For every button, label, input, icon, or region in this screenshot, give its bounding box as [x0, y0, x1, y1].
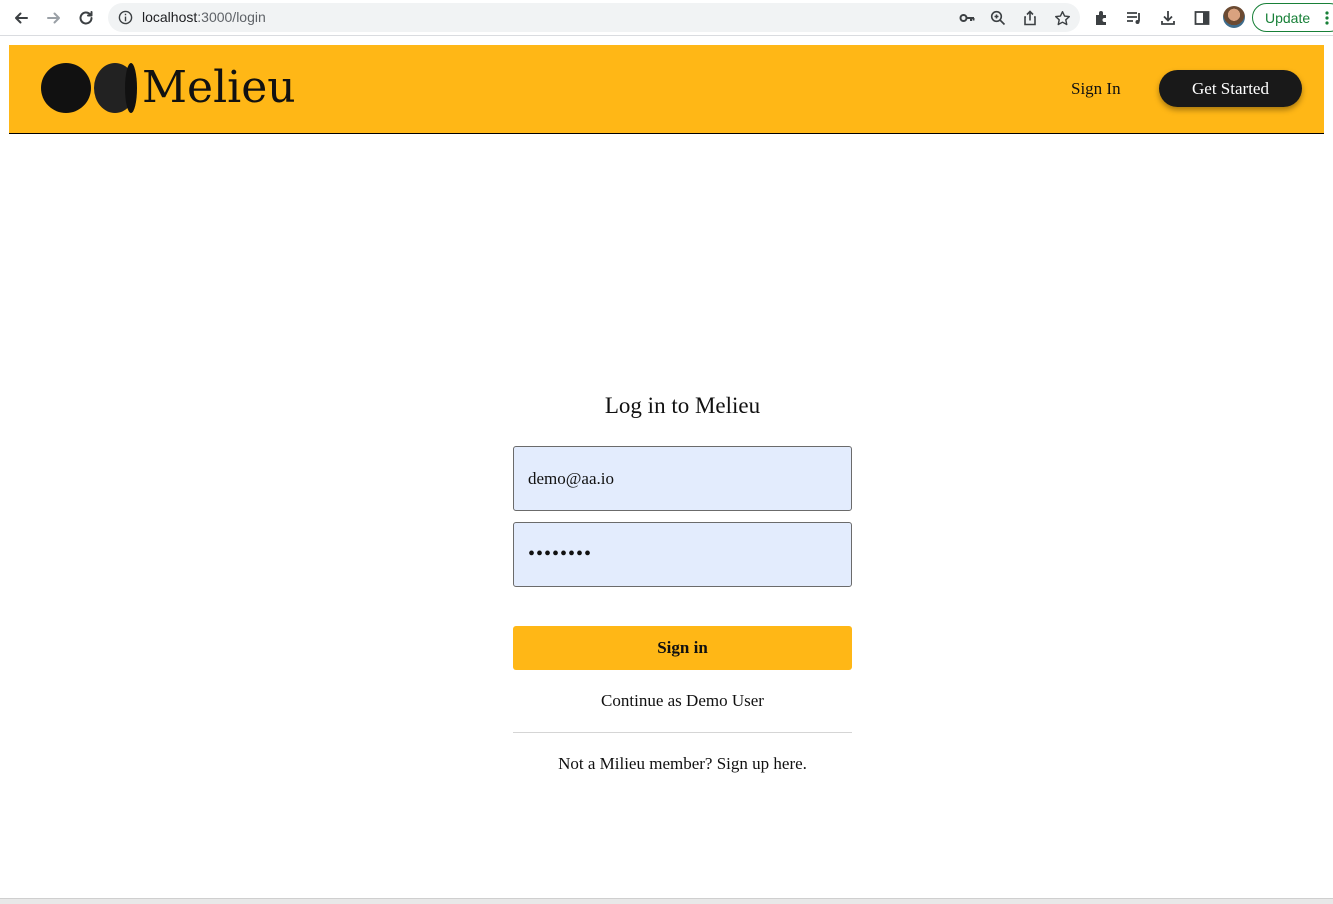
logo-mark-icon[interactable] — [41, 63, 141, 113]
demo-user-link[interactable]: Continue as Demo User — [513, 691, 852, 711]
update-label: Update — [1265, 10, 1311, 26]
get-started-button[interactable]: Get Started — [1159, 70, 1302, 107]
email-field[interactable]: demo@aa.io — [513, 446, 852, 511]
download-icon[interactable] — [1156, 6, 1180, 30]
reload-icon[interactable] — [74, 6, 98, 30]
forward-icon[interactable] — [42, 6, 66, 30]
menu-icon[interactable] — [1325, 10, 1329, 26]
url-text: localhost:3000/login — [142, 9, 266, 25]
login-title: Log in to Melieu — [604, 393, 761, 418]
browser-toolbar: localhost:3000/login Update — [0, 0, 1333, 36]
key-icon[interactable] — [958, 9, 976, 27]
password-field[interactable]: •••••••• — [513, 522, 852, 587]
site-header: Melieu Sign In Get Started — [9, 45, 1324, 134]
media-icon[interactable] — [1122, 6, 1146, 30]
info-icon[interactable] — [118, 10, 133, 29]
divider — [513, 732, 852, 733]
signup-prefix: Not a Milieu member? — [558, 754, 713, 773]
update-button[interactable]: Update — [1252, 3, 1333, 32]
star-icon[interactable] — [1053, 9, 1071, 27]
signup-prompt: Not a Milieu member? Sign up here. — [513, 754, 852, 774]
signup-link[interactable]: Sign up here. — [717, 754, 807, 773]
share-icon[interactable] — [1021, 9, 1039, 27]
url-path: :3000/login — [197, 9, 266, 25]
back-icon[interactable] — [9, 6, 33, 30]
zoom-icon[interactable] — [989, 9, 1007, 27]
extensions-icon[interactable] — [1090, 6, 1114, 30]
sidebar-icon[interactable] — [1190, 6, 1214, 30]
signin-button[interactable]: Sign in — [513, 626, 852, 670]
url-host: localhost — [142, 9, 198, 25]
profile-avatar[interactable] — [1223, 6, 1245, 28]
horizontal-scrollbar[interactable] — [0, 898, 1333, 904]
logo-text[interactable]: Melieu — [142, 62, 296, 113]
nav-signin-link[interactable]: Sign In — [1071, 79, 1121, 99]
address-bar[interactable]: localhost:3000/login — [108, 3, 1080, 32]
